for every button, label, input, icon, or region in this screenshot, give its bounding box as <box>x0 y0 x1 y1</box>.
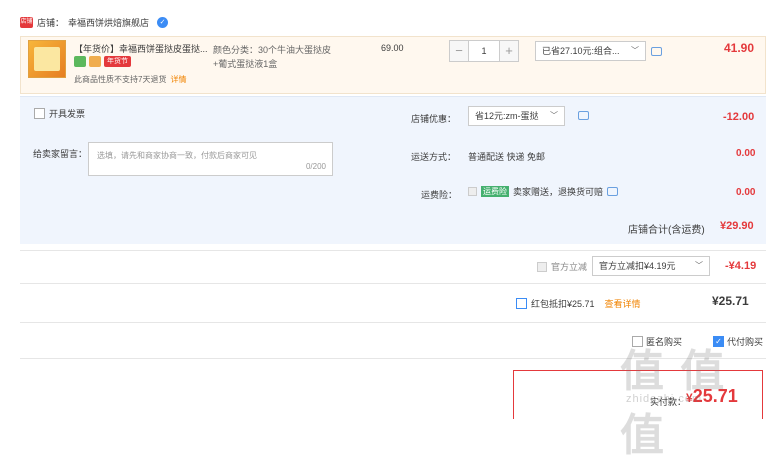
shop-logo-icon: 店铺 <box>20 16 33 28</box>
chevron-down-icon: ﹀ <box>631 46 639 55</box>
invoice-option[interactable]: 开具发票 <box>34 107 85 120</box>
qty-plus-button[interactable]: + <box>499 40 519 62</box>
line-total: 41.90 <box>724 41 755 55</box>
coupon-amount: -12.00 <box>723 111 755 123</box>
shop-header: 店铺 店铺： 幸福西饼烘焙旗舰店 ✓ <box>20 14 169 30</box>
shop-label: 店铺： <box>37 17 65 28</box>
insurance-tag: 运费险 <box>481 186 509 197</box>
coupon-info-icon[interactable] <box>578 111 589 120</box>
item-discount-select[interactable]: 已省27.10元:组合... ﹀ <box>535 41 646 61</box>
discount-info-icon[interactable] <box>651 47 662 56</box>
chevron-down-icon: ﹀ <box>550 111 558 120</box>
redpacket-option[interactable]: 红包抵扣¥25.71 查看详情 <box>516 297 641 310</box>
qty-minus-button[interactable]: − <box>449 40 469 62</box>
shop-total: ¥29.90 <box>720 220 754 232</box>
redpacket-amount: ¥25.71 <box>712 294 749 308</box>
unit-price: 69.00 <box>381 43 404 53</box>
return-policy-note: 此商品性质不支持7天退货 详情 <box>74 75 187 84</box>
insurance-info-icon[interactable] <box>607 187 619 196</box>
platform-discount-select[interactable]: 官方立减扣¥4.19元 ﹀ <box>592 256 710 276</box>
shop-total-label: 店铺合计(含运费) <box>628 225 705 236</box>
card-tag-icon <box>89 56 101 67</box>
platform-discount-amount: -¥4.19 <box>725 260 757 272</box>
product-thumbnail[interactable] <box>28 40 66 78</box>
sku-info: 颜色分类：30个牛油大蛋挞皮 +葡式蛋挞液1盒 <box>213 45 332 69</box>
shop-coupon-select[interactable]: 省12元:zm-蛋挞 ﹀ <box>468 106 565 126</box>
message-input[interactable]: 选填，请先和商家协商一致，付款后商家可见 0/200 <box>88 142 333 176</box>
policy-detail-link[interactable]: 详情 <box>170 75 186 84</box>
insurance-checkbox <box>468 187 477 196</box>
message-label: 给卖家留言： <box>33 149 88 159</box>
shipping-insurance: 运费险 卖家赠送，退换货可赔 <box>468 185 619 198</box>
redpacket-checkbox[interactable] <box>516 298 527 309</box>
service-tag-icon <box>74 56 86 67</box>
quantity-stepper: − 1 + <box>449 40 519 62</box>
insurance-label: 运费险： <box>421 190 458 200</box>
product-tags: 年货节 <box>74 56 131 67</box>
shop-name-link[interactable]: 幸福西饼烘焙旗舰店 <box>68 16 149 29</box>
product-title-link[interactable]: 【年货价】幸福西饼蛋挞皮蛋挞... <box>74 42 210 55</box>
new-year-tag: 年货节 <box>104 56 131 67</box>
platform-discount-option: 官方立减 <box>537 260 587 273</box>
platform-discount-checkbox <box>537 261 547 272</box>
shipping-amount: 0.00 <box>736 148 756 159</box>
shipping-label: 运送方式： <box>411 152 457 162</box>
insurance-amount: 0.00 <box>736 187 756 198</box>
qty-input[interactable]: 1 <box>469 40 499 62</box>
coupon-label: 店铺优惠： <box>411 114 457 124</box>
redpacket-detail-link[interactable]: 查看详情 <box>605 297 641 310</box>
invoice-checkbox[interactable] <box>34 108 45 119</box>
chevron-down-icon: ﹀ <box>695 261 703 270</box>
message-char-count: 0/200 <box>305 162 326 171</box>
shipping-value: 普通配送 快递 免邮 <box>468 152 546 162</box>
divider <box>20 322 766 323</box>
verified-icon: ✓ <box>157 16 169 28</box>
watermark-text: zhidezhi.com <box>626 393 703 405</box>
